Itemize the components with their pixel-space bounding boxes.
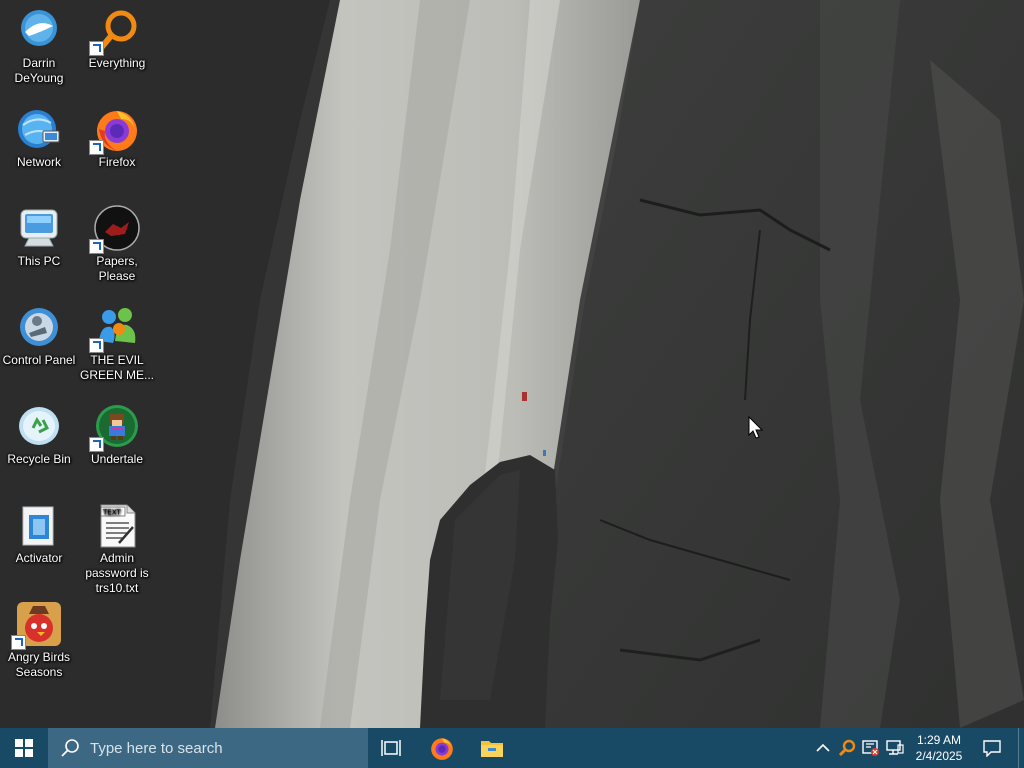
desktop-icon-network[interactable]: Network	[0, 101, 78, 170]
everything-search-icon	[838, 739, 856, 757]
papers-please-icon	[89, 204, 141, 254]
desktop-icon-darrin-deyoung[interactable]: Darrin DeYoung	[0, 2, 78, 86]
show-hidden-icons-button[interactable]	[812, 728, 834, 768]
clock-time: 1:29 AM	[916, 733, 962, 747]
security-alert-icon	[862, 740, 879, 756]
search-icon	[61, 739, 79, 757]
desktop-icon-activator[interactable]: Activator	[0, 497, 78, 566]
firefox-icon	[89, 105, 141, 155]
desktop-icon-the-evil-green-me[interactable]: THE EVIL GREEN ME...	[78, 299, 156, 383]
taskbar-file-explorer-button[interactable]	[468, 728, 516, 768]
desktop-icon-firefox[interactable]: Firefox	[78, 101, 156, 170]
desktop-icon-label: THE EVIL GREEN ME...	[79, 353, 154, 382]
search-placeholder: Type here to search	[90, 739, 223, 757]
desktop-icon-label: Activator	[15, 551, 63, 565]
text-file-icon: TEXT	[93, 501, 141, 549]
shortcut-arrow-icon	[89, 338, 104, 353]
desktop-icon-admin-password-txt[interactable]: TEXT Admin password is trs10.txt	[78, 497, 156, 596]
start-button[interactable]	[0, 728, 48, 768]
recycle-bin-icon	[15, 402, 63, 450]
desktop-icon-label: Undertale	[90, 452, 144, 466]
shortcut-arrow-icon	[89, 239, 104, 254]
taskbar: Type here to search 1:29 AM 2/4/2025	[0, 728, 1024, 768]
desktop-icon-this-pc[interactable]: This PC	[0, 200, 78, 269]
shortcut-arrow-icon	[89, 140, 104, 155]
desktop-icon-label: Firefox	[98, 155, 136, 169]
activator-icon	[15, 501, 63, 549]
undertale-icon	[89, 402, 141, 452]
desktop-icon-label: Papers, Please	[96, 254, 138, 283]
folder-icon	[481, 741, 503, 757]
desktop-icon-label: Network	[16, 155, 61, 169]
tray-everything[interactable]	[836, 728, 858, 768]
taskbar-firefox-button[interactable]	[418, 728, 466, 768]
show-desktop-button[interactable]	[1018, 728, 1024, 768]
desktop-icon-recycle-bin[interactable]: Recycle Bin	[0, 398, 78, 467]
action-center-button[interactable]	[976, 728, 1008, 768]
svg-text:TEXT: TEXT	[102, 509, 121, 517]
desktop-icon-label: This PC	[17, 254, 61, 268]
firefox-icon	[431, 738, 453, 760]
desktop-icon-label: Admin password is trs10.txt	[85, 551, 149, 595]
angry-birds-icon	[11, 600, 63, 650]
desktop-icon-angry-birds-seasons[interactable]: Angry Birds Seasons	[0, 596, 78, 680]
network-icon	[15, 105, 63, 153]
computer-icon	[15, 204, 63, 252]
desktop-icon-label: Control Panel	[2, 353, 76, 367]
everything-search-icon	[89, 6, 141, 56]
task-view-icon	[381, 740, 401, 756]
chevron-up-icon	[816, 743, 830, 752]
clock-date: 2/4/2025	[915, 749, 963, 763]
tray-network[interactable]	[884, 728, 906, 768]
desktop-icon-label: Darrin DeYoung	[14, 56, 64, 85]
user-folder-icon	[15, 6, 63, 54]
desktop-icon-everything[interactable]: Everything	[78, 2, 156, 71]
control-panel-icon	[15, 303, 63, 351]
desktop-icon-undertale[interactable]: Undertale	[78, 398, 156, 467]
network-wired-icon	[886, 740, 904, 755]
desktop-icon-label: Everything	[88, 56, 146, 70]
notification-icon	[983, 739, 1001, 757]
shortcut-arrow-icon	[89, 41, 104, 56]
desktop-icon-papers-please[interactable]: Papers, Please	[78, 200, 156, 284]
desktop-icon-label: Angry Birds Seasons	[7, 650, 71, 679]
desktop-icon-label: Recycle Bin	[7, 452, 71, 466]
desktop-icon-control-panel[interactable]: Control Panel	[0, 299, 78, 368]
tray-security[interactable]	[860, 728, 882, 768]
taskbar-search-box[interactable]: Type here to search	[48, 728, 368, 768]
windows-logo-icon	[15, 739, 33, 757]
taskbar-clock[interactable]: 1:29 AM 2/4/2025	[904, 728, 974, 768]
shortcut-arrow-icon	[11, 635, 26, 650]
messenger-icon	[89, 303, 141, 353]
mouse-cursor-icon	[748, 416, 764, 439]
task-view-button[interactable]	[368, 728, 416, 768]
shortcut-arrow-icon	[89, 437, 104, 452]
